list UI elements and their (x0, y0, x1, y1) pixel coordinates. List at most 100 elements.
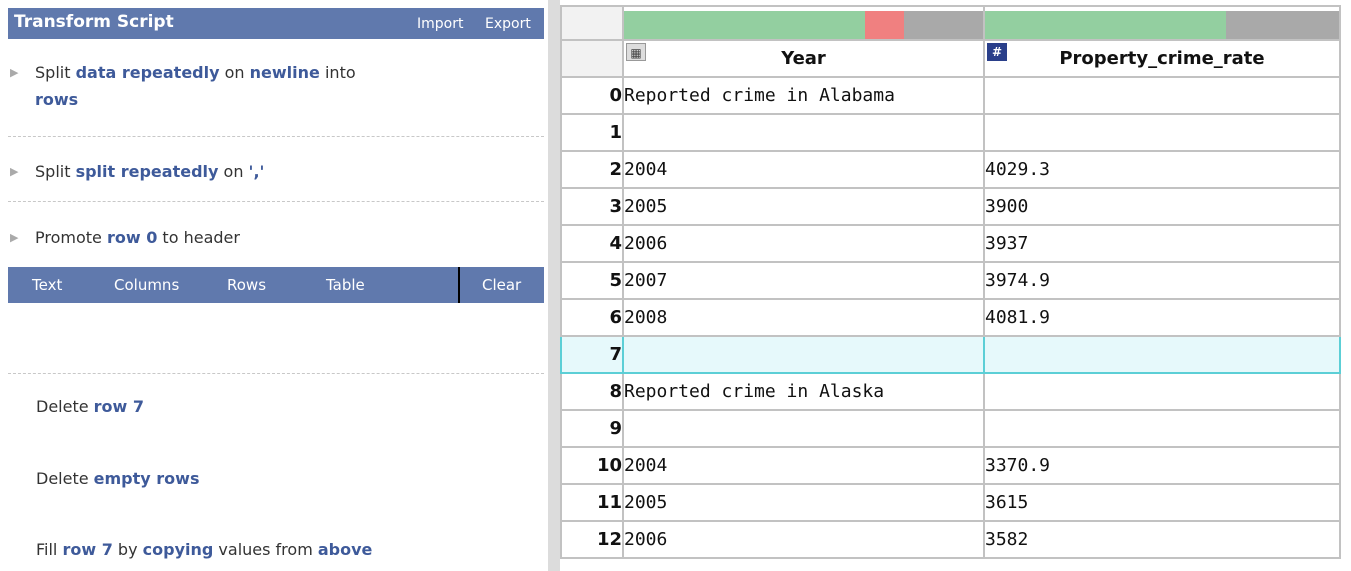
menu-divider (458, 267, 460, 303)
table-row[interactable]: 10 2004 3370.9 (560, 446, 1341, 485)
transform-menu-bar: Text Columns Rows Table Clear (8, 267, 544, 303)
row-index[interactable]: 10 (560, 446, 624, 485)
missing-segment[interactable] (904, 11, 982, 38)
cell-year[interactable]: 2006 (622, 520, 985, 559)
table-row[interactable]: 3 2005 3900 (560, 187, 1341, 226)
cell-year[interactable]: 2006 (622, 224, 985, 263)
step-separator (8, 136, 544, 137)
row-index[interactable]: 1 (560, 113, 624, 152)
table-row[interactable]: 12 2006 3582 (560, 520, 1341, 559)
error-segment[interactable] (864, 11, 904, 38)
number-icon[interactable]: # (987, 43, 1007, 61)
suggestion-delete-row[interactable]: Delete row 7 (36, 397, 144, 416)
suggestion-delete-empty-rows[interactable]: Delete empty rows (36, 469, 199, 488)
cell-property-crime-rate[interactable]: 4029.3 (983, 150, 1341, 189)
script-title-bar: Transform Script Import Export (8, 8, 544, 39)
row-index[interactable]: 7 (560, 335, 624, 374)
step-param[interactable]: split repeatedly (76, 162, 219, 181)
cell-year[interactable]: 2004 (622, 446, 985, 485)
step-separator (8, 201, 544, 202)
menu-text[interactable]: Text (32, 276, 62, 294)
cell-year[interactable]: 2005 (622, 483, 985, 522)
expand-arrow-icon[interactable]: ▶ (10, 158, 18, 185)
step-text: Promote row 0 to header (35, 228, 240, 247)
menu-columns[interactable]: Columns (114, 276, 179, 294)
import-link[interactable]: Import (417, 16, 463, 32)
cell-property-crime-rate[interactable] (983, 409, 1341, 448)
row-index[interactable]: 5 (560, 261, 624, 300)
step-param[interactable]: rows (35, 90, 78, 109)
header-corner (560, 39, 624, 78)
year-quality-bar[interactable] (622, 5, 985, 41)
table-row[interactable]: 7 (560, 335, 1341, 374)
cell-year[interactable] (622, 335, 985, 374)
grid-body: 0 Reported crime in Alabama 1 2 2004 4029.3 3 2… (560, 76, 1341, 559)
cell-property-crime-rate[interactable]: 3937 (983, 224, 1341, 263)
step-param[interactable]: row 0 (107, 228, 157, 247)
valid-segment[interactable] (986, 11, 1226, 38)
script-title: Transform Script (14, 12, 174, 32)
table-row[interactable]: 9 (560, 409, 1341, 448)
cell-property-crime-rate[interactable]: 3900 (983, 187, 1341, 226)
expand-arrow-icon[interactable]: ▶ (10, 59, 18, 86)
row-index[interactable]: 8 (560, 372, 624, 411)
table-row[interactable]: 2 2004 4029.3 (560, 150, 1341, 189)
cell-year[interactable]: Reported crime in Alabama (622, 76, 985, 115)
calendar-icon[interactable]: ▦ (626, 43, 646, 61)
row-index[interactable]: 3 (560, 187, 624, 226)
header-row: ▦ Year # Property_crime_rate (560, 39, 1341, 78)
expand-arrow-icon[interactable]: ▶ (10, 224, 18, 251)
cell-year[interactable]: 2005 (622, 187, 985, 226)
cell-property-crime-rate[interactable] (983, 76, 1341, 115)
property-quality-bar[interactable] (983, 5, 1341, 41)
table-row[interactable]: 5 2007 3974.9 (560, 261, 1341, 300)
row-index[interactable]: 0 (560, 76, 624, 115)
data-table: ▦ Year # Property_crime_rate 0 Reported c… (560, 5, 1341, 559)
row-index[interactable]: 2 (560, 150, 624, 189)
table-row[interactable]: 1 (560, 113, 1341, 152)
cell-year[interactable]: Reported crime in Alaska (622, 372, 985, 411)
table-row[interactable]: 8 Reported crime in Alaska (560, 372, 1341, 411)
quality-bar-row (560, 5, 1341, 41)
cell-year[interactable] (622, 409, 985, 448)
row-index[interactable]: 9 (560, 409, 624, 448)
table-row[interactable]: 0 Reported crime in Alabama (560, 76, 1341, 115)
suggestion-separator (8, 373, 544, 374)
corner-cell (560, 5, 624, 41)
cell-year[interactable]: 2007 (622, 261, 985, 300)
menu-clear[interactable]: Clear (482, 276, 521, 294)
row-index[interactable]: 11 (560, 483, 624, 522)
cell-year[interactable]: 2004 (622, 150, 985, 189)
step-param[interactable]: data repeatedly (76, 63, 220, 82)
table-row[interactable]: 6 2008 4081.9 (560, 298, 1341, 337)
row-index[interactable]: 4 (560, 224, 624, 263)
cell-property-crime-rate[interactable]: 4081.9 (983, 298, 1341, 337)
cell-property-crime-rate[interactable] (983, 335, 1341, 374)
menu-table[interactable]: Table (326, 276, 365, 294)
panel-splitter[interactable] (548, 0, 560, 571)
row-index[interactable]: 6 (560, 298, 624, 337)
step-param[interactable]: newline (250, 63, 320, 82)
table-row[interactable]: 4 2006 3937 (560, 224, 1341, 263)
step-text: Split data repeatedly on newline into ro… (35, 63, 356, 109)
export-link[interactable]: Export (485, 16, 531, 32)
cell-year[interactable] (622, 113, 985, 152)
cell-year[interactable]: 2008 (622, 298, 985, 337)
cell-property-crime-rate[interactable]: 3582 (983, 520, 1341, 559)
menu-rows[interactable]: Rows (227, 276, 266, 294)
suggestion-fill-row[interactable]: Fill row 7 by copying values from above (36, 540, 372, 559)
cell-property-crime-rate[interactable]: 3615 (983, 483, 1341, 522)
cell-property-crime-rate[interactable] (983, 113, 1341, 152)
row-index[interactable]: 12 (560, 520, 624, 559)
valid-segment[interactable] (625, 11, 865, 38)
cell-property-crime-rate[interactable] (983, 372, 1341, 411)
missing-segment[interactable] (1225, 11, 1338, 38)
column-header-year[interactable]: ▦ Year (622, 39, 985, 78)
cell-property-crime-rate[interactable]: 3370.9 (983, 446, 1341, 485)
column-header-property-crime-rate[interactable]: # Property_crime_rate (983, 39, 1341, 78)
step-param[interactable]: ',' (249, 162, 265, 181)
step-text: Split split repeatedly on ',' (35, 162, 265, 181)
cell-property-crime-rate[interactable]: 3974.9 (983, 261, 1341, 300)
table-row[interactable]: 11 2005 3615 (560, 483, 1341, 522)
data-grid-area: ▦ Year # Property_crime_rate 0 Reported c… (560, 0, 1351, 571)
